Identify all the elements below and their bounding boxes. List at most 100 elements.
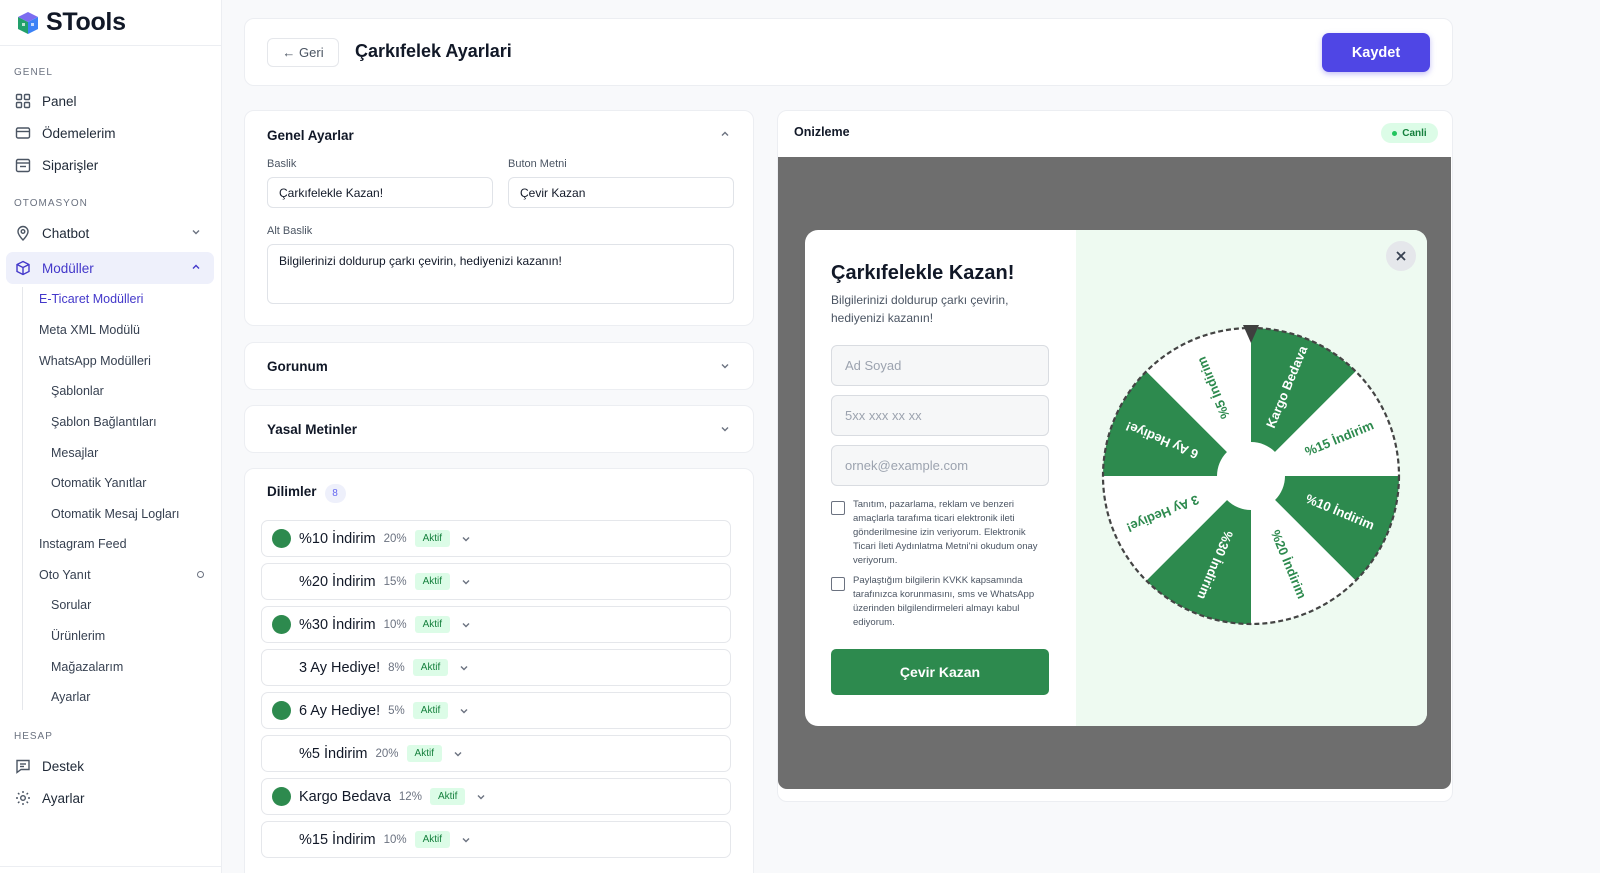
subitem-otomatik-mesaj-loglari[interactable]: Otomatik Mesaj Logları: [51, 507, 180, 521]
status-badge: Aktif: [414, 831, 451, 848]
sidebar-item-label: Panel: [42, 93, 77, 109]
buton-metni-label: Buton Metni: [508, 158, 567, 170]
dilim-label: 6 Ay Hediye!: [299, 702, 381, 719]
dilimler-title: Dilimler 8: [267, 484, 346, 503]
chevron-down-icon[interactable]: [460, 619, 472, 631]
subitem-ayarlar[interactable]: Ayarlar: [51, 690, 90, 704]
dilim-label: %15 İndirim: [299, 831, 376, 848]
spin-wheel-modal: Çarkıfelekle Kazan! Bilgilerinizi doldur…: [805, 230, 1427, 726]
status-badge: Aktif: [414, 573, 451, 590]
live-dot-icon: [1392, 130, 1398, 136]
alt-baslik-label: Alt Baslik: [267, 225, 313, 237]
dilim-row[interactable]: 3 Ay Hediye! 8% Aktif: [261, 649, 731, 686]
app-logo[interactable]: STools: [0, 0, 221, 46]
live-label: Canli: [1402, 127, 1427, 139]
close-button[interactable]: [1386, 241, 1416, 271]
chevron-up-icon: [192, 264, 200, 269]
baslik-input[interactable]: Çarkıfelekle Kazan!: [267, 177, 493, 208]
dilim-row[interactable]: Kargo Bedava 12% Aktif: [261, 778, 731, 815]
consent-checkbox-1[interactable]: [831, 501, 845, 515]
grid-icon: [14, 92, 32, 110]
preview-overlay: Çarkıfelekle Kazan! Bilgilerinizi doldur…: [778, 157, 1451, 789]
modal-subtitle: Bilgilerinizi doldurup çarkı çevirin, he…: [831, 293, 1009, 325]
status-badge: Aktif: [414, 530, 451, 547]
status-badge: Aktif: [414, 616, 451, 633]
email-input[interactable]: ornek@example.com: [831, 445, 1049, 486]
status-badge: Aktif: [429, 788, 466, 805]
dilim-label: %20 İndirim: [299, 573, 376, 590]
dilim-label: 3 Ay Hediye!: [299, 659, 381, 676]
dilim-row[interactable]: %30 İndirim 10% Aktif: [261, 606, 731, 643]
yasal-metinler-title: Yasal Metinler: [267, 422, 358, 437]
subitem-eticaret[interactable]: E-Ticaret Modülleri: [39, 292, 143, 306]
back-button[interactable]: ← Geri: [267, 38, 339, 67]
submenu-divider: [22, 287, 23, 710]
sidebar-item-moduller[interactable]: Modüller: [6, 252, 214, 284]
section-hesap: HESAP: [14, 731, 53, 742]
status-badge: Aktif: [406, 745, 442, 762]
dilim-row[interactable]: %20 İndirim 15% Aktif: [261, 563, 731, 600]
chevron-down-icon[interactable]: [475, 791, 487, 803]
subitem-mesajlar[interactable]: Mesajlar: [51, 446, 98, 460]
chevron-down-icon[interactable]: [460, 834, 472, 846]
section-otomasyon: OTOMASYON: [14, 198, 88, 209]
chevron-down-icon: [721, 364, 729, 369]
sidebar-item-chatbot[interactable]: Chatbot: [6, 217, 214, 249]
subitem-sablon-baglantilari[interactable]: Şablon Bağlantıları: [51, 415, 157, 429]
name-input[interactable]: Ad Soyad: [831, 345, 1049, 386]
sidebar-item-label: Destek: [42, 758, 85, 774]
color-swatch: [272, 701, 291, 720]
yasal-metinler-card[interactable]: Yasal Metinler: [244, 405, 754, 453]
subitem-metaxml[interactable]: Meta XML Modülü: [39, 323, 140, 337]
modal-title: Çarkıfelekle Kazan!: [831, 262, 1015, 284]
subitem-oto-yanit[interactable]: Oto Yanıt: [39, 568, 91, 582]
alt-baslik-textarea[interactable]: Bilgilerinizi doldurup çarkı çevirin, he…: [267, 244, 734, 304]
preview-title: Onizleme: [794, 125, 850, 139]
subitem-sorular[interactable]: Sorular: [51, 598, 91, 612]
box-icon: [14, 259, 32, 277]
save-button[interactable]: Kaydet: [1322, 33, 1430, 72]
sidebar-item-ayarlar[interactable]: Ayarlar: [6, 782, 214, 814]
dilim-row[interactable]: %10 İndirim 20% Aktif: [261, 520, 731, 557]
sidebar: STools GENEL Panel Ödemelerim Siparişler…: [0, 0, 222, 873]
chevron-down-icon[interactable]: [460, 533, 472, 545]
chevron-up-icon[interactable]: [719, 128, 731, 140]
color-swatch: [272, 787, 291, 806]
sidebar-item-odemelerim[interactable]: Ödemelerim: [6, 117, 214, 149]
dilim-label: %5 İndirim: [299, 745, 368, 762]
chevron-down-icon[interactable]: [452, 748, 464, 760]
buton-metni-input[interactable]: Çevir Kazan: [508, 177, 734, 208]
dilim-percentage: 20%: [383, 532, 407, 545]
subitem-instagram-feed[interactable]: Instagram Feed: [39, 537, 127, 551]
status-badge: Aktif: [412, 659, 449, 676]
subitem-urunlerim[interactable]: Ürünlerim: [51, 629, 105, 643]
circle-icon: [197, 571, 204, 578]
baslik-label: Baslik: [267, 158, 297, 170]
sidebar-item-panel[interactable]: Panel: [6, 85, 214, 117]
subitem-otomatik-yanitlar[interactable]: Otomatik Yanıtlar: [51, 476, 146, 490]
dilim-label: %30 İndirim: [299, 616, 376, 633]
dilim-row[interactable]: 6 Ay Hediye! 5% Aktif: [261, 692, 731, 729]
chevron-down-icon[interactable]: [460, 576, 472, 588]
spin-button[interactable]: Çevir Kazan: [831, 649, 1049, 695]
sidebar-item-destek[interactable]: Destek: [6, 750, 214, 782]
consent-checkbox-2[interactable]: [831, 577, 845, 591]
sidebar-item-label: Modüller: [42, 260, 94, 276]
color-swatch: [272, 615, 291, 634]
gorunum-card[interactable]: Gorunum: [244, 342, 754, 390]
spin-wheel[interactable]: Kargo Bedava%15 İndirim%10 İndirim%20 İn…: [1098, 323, 1404, 629]
subitem-whatsapp[interactable]: WhatsApp Modülleri: [39, 354, 151, 368]
subitem-sablonlar[interactable]: Şablonlar: [51, 384, 104, 398]
gear-icon: [14, 789, 32, 807]
phone-input[interactable]: 5xx xxx xx xx: [831, 395, 1049, 436]
chevron-down-icon[interactable]: [458, 705, 470, 717]
dilim-row[interactable]: %15 İndirim 10% Aktif: [261, 821, 731, 858]
subitem-magazalarim[interactable]: Mağazalarım: [51, 660, 123, 674]
chevron-down-icon[interactable]: [458, 662, 470, 674]
chevron-down-icon: [721, 427, 729, 432]
dilim-row[interactable]: %5 İndirim 20% Aktif: [261, 735, 731, 772]
general-settings-title[interactable]: Genel Ayarlar: [267, 128, 354, 143]
sidebar-item-siparisler[interactable]: Siparişler: [6, 149, 214, 181]
credit-card-icon: [14, 124, 32, 142]
chevron-down-icon: [192, 230, 200, 235]
